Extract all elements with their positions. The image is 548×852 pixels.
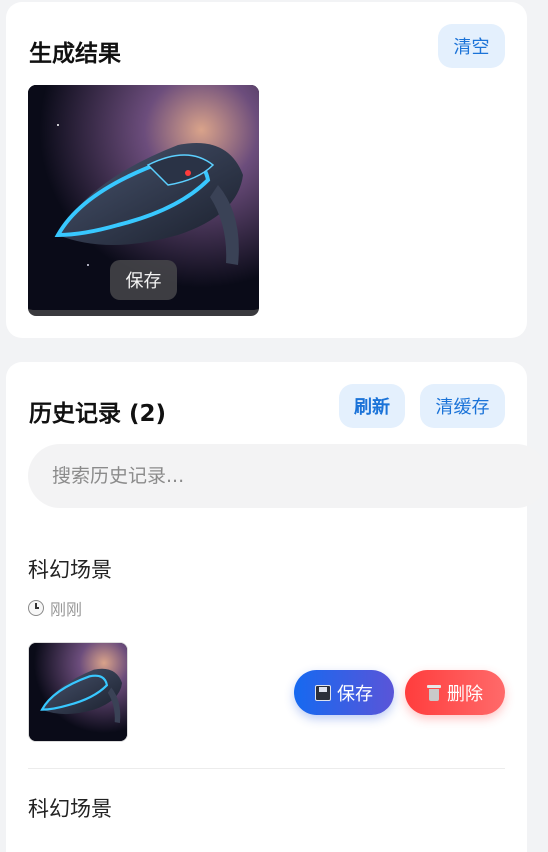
time-label: 刚刚 [50,600,83,619]
clock-icon [28,600,44,616]
save-result-button[interactable]: 保存 [110,260,177,300]
clear-cache-button[interactable]: 清缓存 [420,384,505,428]
history-item-time: 刚刚 [28,596,82,620]
clear-button[interactable]: 清空 [438,24,505,68]
history-title: 历史记录 (2) [29,401,167,427]
history-item-title-2: 科幻场景 [28,797,112,821]
result-title: 生成结果 [29,41,121,67]
delete-history-button[interactable]: 删除 [405,670,505,715]
save-history-button[interactable]: 保存 [294,670,394,715]
spaceship-thumbnail-image [29,643,127,741]
delete-history-label: 删除 [447,683,483,705]
trash-icon [427,684,441,701]
save-history-label: 保存 [337,683,373,705]
history-card: 历史记录 (2) 刷新 清缓存 科幻场景 刚刚 保存 删除 科幻场景 [6,362,548,852]
refresh-button[interactable]: 刷新 [339,384,405,428]
list-divider [28,768,505,769]
floppy-disk-icon [315,684,331,701]
result-card: 生成结果 清空 保存 [6,2,527,338]
history-item-title: 科幻场景 [28,558,112,582]
history-thumbnail[interactable] [28,642,128,742]
search-input[interactable] [28,444,548,508]
